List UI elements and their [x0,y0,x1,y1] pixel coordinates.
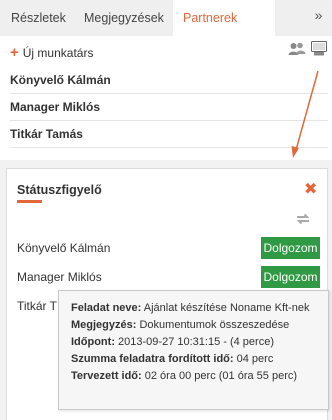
tooltip-time-value: 2013-09-27 10:31:15 - (4 perce) [118,336,274,348]
partner-row[interactable]: Könyvelő Kálmán [10,67,328,94]
tab-bar: Részletek Megjegyzések Partnerek » [0,0,332,37]
tab-partners[interactable]: Partnerek [173,0,275,37]
tabs-more-button[interactable]: » [305,0,332,36]
status-person-name: Titkár T [17,299,58,313]
tooltip-task-value: Ajánlat készítése Noname Kft-nek [143,302,310,314]
tooltip-time: Időpont: 2013-09-27 10:31:15 - (4 perce) [71,334,316,351]
title-underline [17,200,42,203]
partner-row[interactable]: Manager Miklós [10,94,328,121]
status-person-name: Manager Miklós [17,270,102,284]
tab-details[interactable]: Részletek [0,0,72,36]
task-tooltip: Feladat neve: Ajánlat készítése Noname K… [58,290,329,410]
tooltip-note-label: Megjegyzés: [71,319,137,331]
status-badge[interactable]: Dolgozom [261,266,320,288]
plus-icon: + [10,44,19,61]
monitor-icon[interactable] [311,41,327,56]
refresh-icon[interactable] [295,212,311,226]
tooltip-note: Megjegyzés: Dokumentumok összeszedése [71,317,316,334]
status-row: Könyvelő Kálmán Dolgozom [17,237,320,259]
tab-notes[interactable]: Megjegyzések [73,0,173,36]
add-colleague-button[interactable]: + Új munkatárs [10,44,93,62]
tooltip-task: Feladat neve: Ajánlat készítése Noname K… [71,300,316,317]
tooltip-planned: Tervezett idő: 02 óra 00 perc (01 óra 55… [71,368,316,385]
partner-row[interactable]: Titkár Tamás [10,121,328,148]
users-icon[interactable] [288,42,306,56]
tooltip-sum: Szumma feladatra fordított idő: 04 perc [71,351,316,368]
close-icon[interactable]: ✖ [304,179,317,199]
tooltip-planned-label: Tervezett idő: [71,370,142,382]
tooltip-time-label: Időpont: [71,336,115,348]
tooltip-note-value: Dokumentumok összeszedése [139,319,290,331]
status-person-name: Könyvelő Kálmán [17,241,111,255]
tooltip-sum-label: Szumma feladatra fordított idő: [71,353,234,365]
add-colleague-label: Új munkatárs [22,46,94,60]
widget-title: Státuszfigyelő [17,183,102,197]
status-badge[interactable]: Dolgozom [261,237,320,259]
tooltip-task-label: Feladat neve: [71,302,142,314]
tooltip-sum-value: 04 perc [236,353,274,365]
status-row: Manager Miklós Dolgozom [17,266,320,288]
tooltip-planned-value: 02 óra 00 perc (01 óra 55 perc) [144,370,298,382]
